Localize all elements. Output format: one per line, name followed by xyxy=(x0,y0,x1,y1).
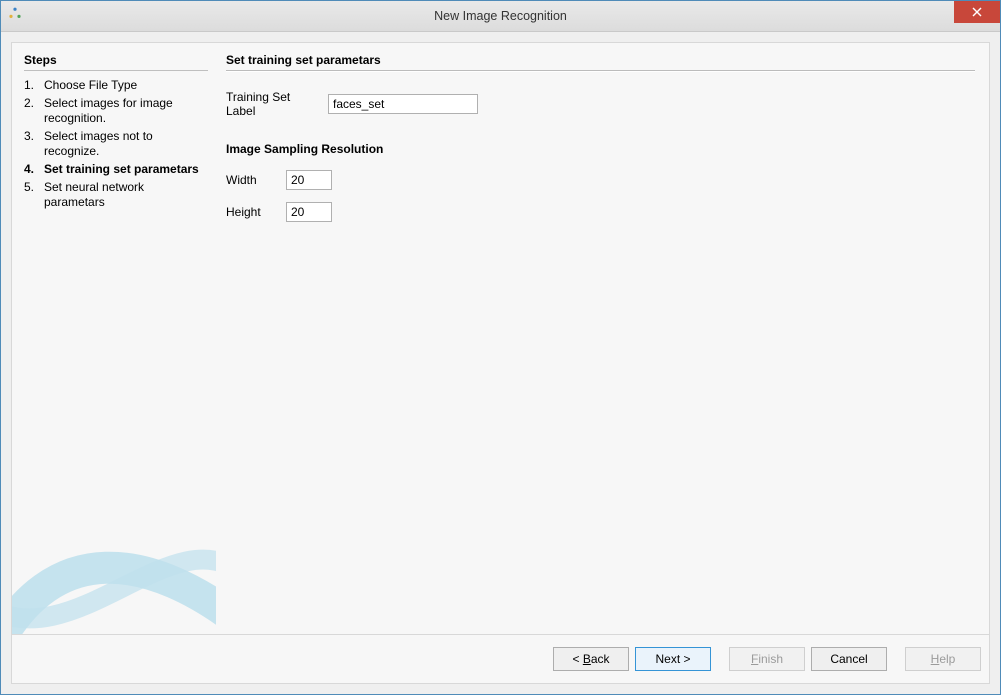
step-item-3: 3. Select images not to recognize. xyxy=(24,128,208,161)
wizard-window: New Image Recognition Steps 1. Choose Fi… xyxy=(0,0,1001,695)
width-input[interactable] xyxy=(286,170,332,190)
wizard-button-bar: < Back Next > Finish Cancel Help xyxy=(12,634,989,683)
next-button[interactable]: Next > xyxy=(635,647,711,671)
app-icon xyxy=(7,6,27,26)
row-height: Height xyxy=(226,202,975,222)
window-title: New Image Recognition xyxy=(1,9,1000,23)
back-button[interactable]: < Back xyxy=(553,647,629,671)
divider xyxy=(226,70,975,72)
body-area: Steps 1. Choose File Type 2. Select imag… xyxy=(1,32,1000,694)
main-panel: Set training set parametars Training Set… xyxy=(216,43,989,634)
step-label: Select images for image recognition. xyxy=(44,96,208,126)
step-label: Select images not to recognize. xyxy=(44,129,208,159)
steps-heading: Steps xyxy=(24,53,208,67)
finish-button: Finish xyxy=(729,647,805,671)
step-item-1: 1. Choose File Type xyxy=(24,77,208,95)
training-label-input[interactable] xyxy=(328,94,478,114)
row-training-label: Training Set Label xyxy=(226,90,975,118)
content-pane: Steps 1. Choose File Type 2. Select imag… xyxy=(11,42,990,684)
steps-sidebar: Steps 1. Choose File Type 2. Select imag… xyxy=(12,43,216,634)
step-number: 3. xyxy=(24,129,44,144)
step-label: Set training set parametars xyxy=(44,162,208,177)
step-item-4: 4. Set training set parametars xyxy=(24,161,208,179)
height-caption: Height xyxy=(226,205,276,219)
step-number: 5. xyxy=(24,180,44,195)
height-input[interactable] xyxy=(286,202,332,222)
page-title: Set training set parametars xyxy=(226,53,975,67)
step-number: 2. xyxy=(24,96,44,111)
step-item-5: 5. Set neural network parametars xyxy=(24,179,208,212)
step-label: Choose File Type xyxy=(44,78,208,93)
step-number: 1. xyxy=(24,78,44,93)
divider xyxy=(24,70,208,71)
step-label: Set neural network parametars xyxy=(44,180,208,210)
titlebar: New Image Recognition xyxy=(1,1,1000,32)
help-button: Help xyxy=(905,647,981,671)
row-width: Width xyxy=(226,170,975,190)
sampling-heading: Image Sampling Resolution xyxy=(226,142,975,156)
width-caption: Width xyxy=(226,173,276,187)
decorative-swoosh-icon xyxy=(12,504,216,634)
training-label-caption: Training Set Label xyxy=(226,90,318,118)
close-button[interactable] xyxy=(954,1,1000,23)
step-item-2: 2. Select images for image recognition. xyxy=(24,95,208,128)
steps-list: 1. Choose File Type 2. Select images for… xyxy=(24,77,208,212)
cancel-button[interactable]: Cancel xyxy=(811,647,887,671)
step-number: 4. xyxy=(24,162,44,177)
